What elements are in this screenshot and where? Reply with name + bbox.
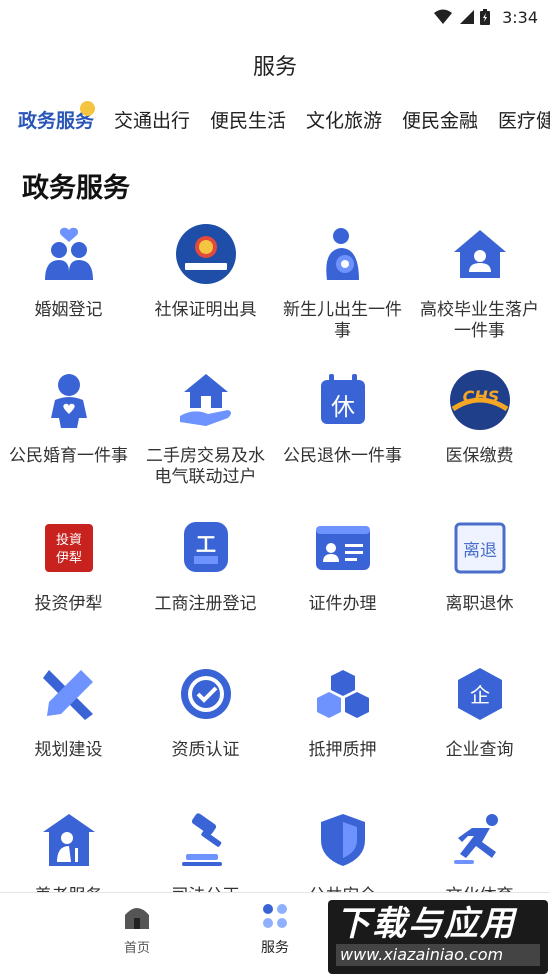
mother-baby-icon [325,228,359,280]
invest-seal-icon: 投資 伊犁 [44,524,93,572]
svg-text:CHS: CHS [462,387,499,406]
check-badge-icon [180,669,231,719]
service-item-invest[interactable]: 投資 伊犁 投资伊犁 [0,516,137,615]
service-label: 高校毕业生落户一件事 [420,300,539,341]
ruler-pencil-icon [42,670,93,720]
id-card-icon [315,526,370,570]
service-label: 投资伊犁 [34,594,103,614]
service-label: 证件办理 [308,594,377,614]
svg-text:企: 企 [470,683,490,707]
service-label: 公民退休一件事 [283,446,402,466]
elderly-house-icon [42,814,95,866]
tab-culture-travel[interactable]: 文化旅游 [306,106,382,133]
service-label: 医保缴费 [445,446,514,466]
service-label: 资质认证 [171,740,240,760]
service-item-qualification[interactable]: 资质认证 [137,662,274,761]
service-item-resign-retire[interactable]: 离退 离职退休 [411,516,548,615]
tab-living[interactable]: 便民生活 [210,106,286,133]
service-label: 公民婚育一件事 [9,446,128,466]
title-bar: 服务 [0,34,550,96]
service-label: 新生儿出生一件事 [283,300,402,341]
resign-seal-icon: 离退 [454,522,505,574]
service-item-social-security[interactable]: 社保证明出具 [137,222,274,321]
section-title: 政务服务 [22,173,130,204]
new-badge-dot [80,101,95,116]
enterprise-icon: 企 [457,668,502,720]
baby-icon [50,374,87,428]
status-bar: 3:34 [0,0,550,34]
service-label: 企业查询 [445,740,514,760]
svg-text:伊犁: 伊犁 [55,551,81,566]
watermark-logo: 下载与应用 www.xiazainiao.com [328,900,548,974]
watermark-text: 下载与应用 [336,904,516,944]
service-item-enterprise-query[interactable]: 企 企业查询 [411,662,548,761]
retire-calendar-icon: 休 [320,374,365,424]
page-title: 服务 [252,55,297,80]
service-label: 社保证明出具 [154,300,257,320]
category-tabs: 政务服务 交通出行 便民生活 文化旅游 便民金融 医疗健 [0,96,550,148]
service-item-planning[interactable]: 规划建设 [0,662,137,761]
service-item-house-transfer[interactable]: 二手房交易及水电气联动过户 [137,368,274,488]
chs-logo-icon: CHS [449,370,510,430]
service-item-certificate[interactable]: 证件办理 [274,516,411,615]
house-person-icon [453,230,506,278]
shield-icon [320,814,365,866]
service-label: 工商注册登记 [154,594,257,614]
service-label: 离职退休 [445,594,514,614]
nav-service-label: 服务 [261,940,289,956]
business-badge-icon: 工 [183,522,228,572]
home-icon [125,908,149,929]
service-item-newborn[interactable]: 新生儿出生一件事 [274,222,411,342]
nav-service[interactable]: 服务 [235,903,315,957]
service-label: 抵押质押 [308,740,377,760]
signal-icon [460,10,475,24]
watermark-url: www.xiazainiao.com [336,944,540,966]
service-item-graduate-settle[interactable]: 高校毕业生落户一件事 [411,222,548,342]
service-item-mortgage[interactable]: 抵押质押 [274,662,411,761]
svg-text:工: 工 [196,532,216,556]
svg-text:休: 休 [331,393,355,421]
battery-icon [480,9,491,25]
service-item-retire[interactable]: 休 公民退休一件事 [274,368,411,467]
svg-text:离退: 离退 [463,541,497,561]
nav-home-label: 首页 [123,941,150,956]
wifi-icon [434,9,453,24]
service-item-marriage-birth[interactable]: 公民婚育一件事 [0,368,137,467]
gavel-icon [181,813,222,866]
clock: 3:34 [502,7,538,27]
svg-text:投資: 投資 [55,532,81,548]
cubes-icon [316,670,369,718]
tab-transport[interactable]: 交通出行 [114,106,190,133]
hand-house-icon [179,374,231,426]
service-item-marriage[interactable]: 婚姻登记 [0,222,137,321]
service-item-medical-insurance[interactable]: CHS 医保缴费 [411,368,548,467]
service-label: 二手房交易及水电气联动过户 [146,446,265,487]
nav-home[interactable]: 首页 [97,903,177,956]
dots-grid-icon [263,904,287,928]
social-security-emblem-icon [175,224,236,284]
runner-icon [453,814,498,864]
couple-heart-icon [44,227,93,280]
service-item-business-register[interactable]: 工 工商注册登记 [137,516,274,615]
tab-medical[interactable]: 医疗健 [498,106,550,133]
tab-finance[interactable]: 便民金融 [402,106,478,133]
service-label: 婚姻登记 [34,300,103,320]
service-label: 规划建设 [34,740,103,760]
